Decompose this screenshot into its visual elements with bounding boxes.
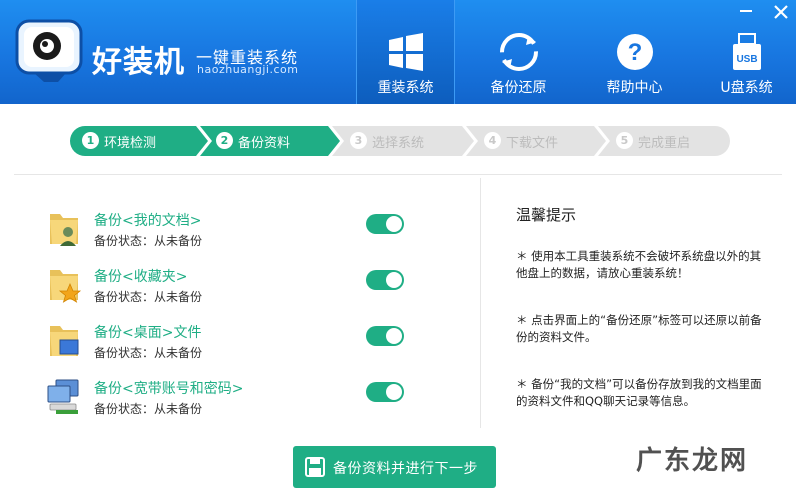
backup-toggle[interactable] bbox=[366, 326, 404, 346]
step-number: 4 bbox=[484, 132, 501, 149]
brand-name: 好装机 bbox=[92, 45, 185, 80]
tips-title: 温馨提示 bbox=[516, 206, 577, 224]
step-label: 环境检测 bbox=[104, 136, 157, 151]
step-label: 选择系统 bbox=[372, 136, 425, 151]
tab-backup-restore[interactable]: 备份还原 bbox=[469, 0, 568, 104]
documents-folder-icon bbox=[50, 214, 78, 246]
tab-label: 帮助中心 bbox=[606, 80, 663, 96]
divider bbox=[14, 174, 782, 175]
tab-label: 重装系统 bbox=[377, 80, 434, 96]
refresh-icon bbox=[499, 33, 538, 71]
svg-text:USB: USB bbox=[736, 54, 757, 65]
usb-icon: USB bbox=[732, 33, 761, 70]
progress-steps: 1 环境检测 2 备份资料 3 选择系统 4 下载文件 5 完成重启 bbox=[70, 126, 730, 156]
backup-toggle[interactable] bbox=[366, 382, 404, 402]
help-icon: ? bbox=[616, 34, 653, 70]
divider bbox=[480, 178, 481, 428]
step-number: 1 bbox=[82, 132, 99, 149]
backup-status: 备份状态：从未备份 bbox=[94, 290, 203, 304]
step-number: 3 bbox=[350, 132, 367, 149]
backup-item-desktop: 备份<桌面>文件 备份状态：从未备份 bbox=[46, 322, 416, 368]
app-header: 好装机 一键重装系统 haozhuangji.com 重装系统 备份还原 ? 帮… bbox=[0, 0, 796, 104]
toggle-knob bbox=[386, 384, 402, 400]
tab-reinstall-system[interactable]: 重装系统 bbox=[356, 0, 455, 104]
favorites-folder-icon bbox=[50, 270, 82, 303]
watermark: 广东龙网 bbox=[636, 446, 749, 476]
backup-item-broadband: 备份<宽带账号和密码> 备份状态：从未备份 bbox=[46, 378, 416, 424]
backup-title: 备份<我的文档> bbox=[94, 213, 202, 229]
backup-item-documents: 备份<我的文档> 备份状态：从未备份 bbox=[46, 210, 416, 256]
network-icon bbox=[47, 379, 79, 414]
step-number: 5 bbox=[616, 132, 633, 149]
tip-text: ＊ 备份“我的文档”可以备份存放到我的文档里面的资料文件和QQ聊天记录等信息。 bbox=[516, 377, 762, 408]
backup-toggle[interactable] bbox=[366, 214, 404, 234]
tab-label: U盘系统 bbox=[720, 80, 773, 96]
tab-label: 备份还原 bbox=[490, 80, 547, 96]
svg-text:?: ? bbox=[627, 39, 642, 66]
brand-url: haozhuangji.com bbox=[197, 63, 299, 76]
backup-title: 备份<收藏夹> bbox=[94, 269, 188, 285]
windows-icon bbox=[388, 33, 423, 71]
step-number: 2 bbox=[216, 132, 233, 149]
toggle-knob bbox=[386, 328, 402, 344]
tip-text: ＊ 使用本工具重装系统不会破坏系统盘以外的其他盘上的数据，请放心重装系统！ bbox=[516, 249, 762, 280]
desktop-folder-icon bbox=[50, 326, 79, 356]
save-icon bbox=[305, 457, 325, 477]
backup-title: 备份<桌面>文件 bbox=[94, 325, 202, 341]
backup-and-next-button[interactable]: 备份资料并进行下一步 bbox=[293, 446, 496, 488]
backup-item-favorites: 备份<收藏夹> 备份状态：从未备份 bbox=[46, 266, 416, 312]
backup-toggle[interactable] bbox=[366, 270, 404, 290]
tab-help-center[interactable]: ? 帮助中心 bbox=[585, 0, 684, 104]
tip-text: ＊ 点击界面上的“备份还原”标签可以还原以前备份的资料文件。 bbox=[516, 313, 762, 344]
backup-title: 备份<宽带账号和密码> bbox=[94, 381, 244, 397]
step-label: 下载文件 bbox=[506, 136, 559, 151]
backup-status: 备份状态：从未备份 bbox=[94, 402, 203, 416]
step-label: 备份资料 bbox=[238, 136, 291, 151]
step-label: 完成重启 bbox=[638, 136, 691, 151]
backup-status: 备份状态：从未备份 bbox=[94, 346, 203, 360]
toggle-knob bbox=[386, 272, 402, 288]
button-label: 备份资料并进行下一步 bbox=[333, 461, 478, 477]
tab-usb-system[interactable]: USB U盘系统 bbox=[697, 0, 796, 104]
backup-status: 备份状态：从未备份 bbox=[94, 234, 203, 248]
toggle-knob bbox=[386, 216, 402, 232]
app-logo-icon bbox=[15, 19, 83, 82]
